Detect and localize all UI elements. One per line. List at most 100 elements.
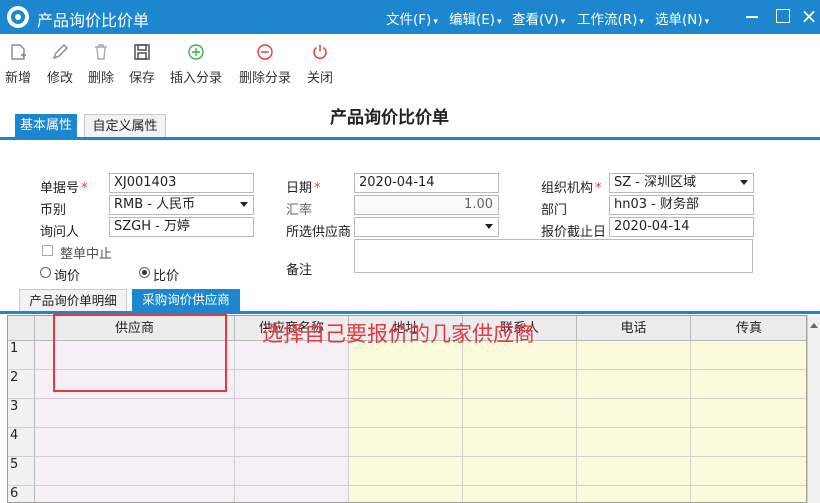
column-header-fax[interactable]: 传真 <box>691 316 806 341</box>
grid-cell[interactable] <box>691 341 806 370</box>
vertical-scrollbar[interactable] <box>807 315 820 503</box>
grid-cell[interactable] <box>691 457 806 486</box>
deadline-field[interactable]: 2020-04-14 <box>609 217 754 237</box>
annotation-text: 选择自己要报价的几家供应商 <box>262 322 535 346</box>
grid-cell[interactable] <box>463 428 577 457</box>
grid-corner <box>8 316 35 341</box>
supplier-label: 所选供应商 <box>286 225 352 240</box>
inquirer-field[interactable]: SZGH - 万婷 <box>109 217 254 237</box>
dept-label: 部门 <box>541 203 568 218</box>
delete-button[interactable]: 删除 <box>85 39 117 89</box>
radio-inquiry[interactable] <box>40 267 51 278</box>
menu-view[interactable]: 查看(V) ▾ <box>512 8 565 28</box>
remark-label: 备注 <box>286 263 313 278</box>
tab-basic[interactable]: 基本属性 <box>15 114 77 138</box>
bill-no-label: 单据号 * <box>40 181 88 196</box>
row-number: 1 <box>8 341 35 370</box>
edit-icon <box>52 44 68 60</box>
grid-cell[interactable] <box>35 428 235 457</box>
date-field[interactable]: 2020-04-14 <box>354 173 499 193</box>
tab-purchase-suppliers[interactable]: 采购询价供应商 <box>132 289 240 311</box>
radio-compare-label: 比价 <box>153 269 180 284</box>
menu-workflow[interactable]: 工作流(R) ▾ <box>577 8 644 28</box>
row-number: 3 <box>8 399 35 428</box>
row-number: 6 <box>8 486 35 502</box>
grid-cell[interactable] <box>349 428 463 457</box>
bill-no-field[interactable]: XJ001403 <box>109 173 254 193</box>
grid-cell[interactable] <box>463 370 577 399</box>
chevron-down-icon <box>240 202 248 207</box>
date-label: 日期 * <box>286 181 321 196</box>
column-header-phone[interactable]: 电话 <box>577 316 691 341</box>
whole-stop-label: 整单中止 <box>60 247 113 262</box>
remark-field[interactable] <box>354 239 753 273</box>
grid-cell[interactable] <box>35 486 235 502</box>
grid-cell[interactable] <box>577 457 691 486</box>
title-bar: 产品询价比价单 文件(F) ▾ 编辑(E) ▾ 查看(V) ▾ 工作流(R) ▾ 选单(… <box>0 0 820 34</box>
grid-cell[interactable] <box>463 399 577 428</box>
tabs-underline <box>0 137 820 140</box>
toolbar: 新增 修改 删除 保存 插入分录 删除分录 关闭 <box>0 34 820 92</box>
dept-field[interactable]: hn03 - 财务部 <box>609 195 754 215</box>
chevron-down-icon <box>485 224 493 229</box>
grid-cell[interactable] <box>463 457 577 486</box>
grid-cell[interactable] <box>35 457 235 486</box>
save-icon <box>134 44 150 60</box>
delete-row-icon <box>257 44 273 60</box>
rate-label: 汇率 <box>286 203 313 218</box>
grid-cell[interactable] <box>577 370 691 399</box>
row-number: 5 <box>8 457 35 486</box>
whole-stop-checkbox[interactable] <box>42 245 53 256</box>
menu-file[interactable]: 文件(F) ▾ <box>386 8 438 28</box>
delete-row-button[interactable]: 删除分录 <box>236 39 294 89</box>
org-select[interactable]: SZ - 深圳区域 <box>609 173 754 193</box>
org-label: 组织机构 * <box>541 181 602 196</box>
grid-cell[interactable] <box>691 428 806 457</box>
grid-cell[interactable] <box>235 428 349 457</box>
grid-cell[interactable] <box>691 370 806 399</box>
grid-cell[interactable] <box>577 428 691 457</box>
menu-select[interactable]: 选单(N) ▾ <box>655 8 709 28</box>
tab-product-detail[interactable]: 产品询价单明细 <box>19 289 127 311</box>
grid-cell[interactable] <box>577 341 691 370</box>
grid-cell[interactable] <box>691 486 806 502</box>
inquirer-label: 询问人 <box>40 225 80 240</box>
app-logo-icon <box>7 6 29 28</box>
insert-row-button[interactable]: 插入分录 <box>167 39 225 89</box>
grid-cell[interactable] <box>235 370 349 399</box>
chevron-down-icon <box>740 180 748 185</box>
currency-select[interactable]: RMB - 人民币 <box>109 195 254 215</box>
maximize-icon[interactable] <box>776 9 790 23</box>
row-number: 4 <box>8 428 35 457</box>
grid-cell[interactable] <box>577 486 691 502</box>
grid-cell[interactable] <box>349 486 463 502</box>
grid-cell[interactable] <box>349 370 463 399</box>
radio-compare[interactable] <box>139 267 150 278</box>
insert-row-icon <box>188 44 204 60</box>
window-title: 产品询价比价单 <box>37 11 150 30</box>
power-icon <box>313 44 327 60</box>
grid-cell[interactable] <box>691 399 806 428</box>
scroll-up-icon[interactable] <box>810 323 818 328</box>
close-icon[interactable]: × <box>800 4 818 28</box>
row-number: 2 <box>8 370 35 399</box>
tab-custom[interactable]: 自定义属性 <box>84 114 166 138</box>
save-button[interactable]: 保存 <box>126 39 158 89</box>
close-button[interactable]: 关闭 <box>304 39 336 89</box>
supplier-select[interactable] <box>354 217 499 237</box>
grid-cell[interactable] <box>463 486 577 502</box>
grid-cell[interactable] <box>349 399 463 428</box>
grid-cell[interactable] <box>577 399 691 428</box>
menu-edit[interactable]: 编辑(E) ▾ <box>449 8 502 28</box>
grid-cell[interactable] <box>235 486 349 502</box>
grid-cell[interactable] <box>235 399 349 428</box>
new-icon <box>11 44 26 60</box>
grid-cell[interactable] <box>235 457 349 486</box>
new-button[interactable]: 新增 <box>2 39 34 89</box>
edit-button[interactable]: 修改 <box>44 39 76 89</box>
radio-inquiry-label: 询价 <box>54 269 81 284</box>
grid-cell[interactable] <box>35 399 235 428</box>
minimize-icon[interactable] <box>746 16 758 18</box>
annotation-highlight-box <box>53 314 227 392</box>
grid-cell[interactable] <box>349 457 463 486</box>
